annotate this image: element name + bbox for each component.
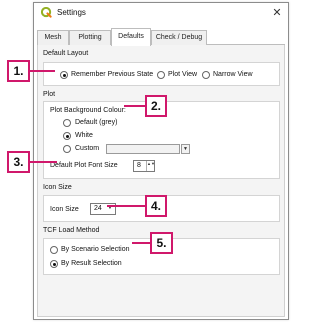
callout-2: 2.	[145, 95, 167, 117]
tab-check-debug[interactable]: Check / Debug	[151, 30, 207, 45]
radio-by-result-selection[interactable]	[50, 260, 58, 268]
callout-3-line	[30, 161, 57, 163]
narrow-view-label: Narrow View	[213, 71, 253, 78]
tab-bar: Mesh Plotting Defaults Check / Debug	[37, 28, 285, 46]
callout-4: 4.	[145, 195, 167, 217]
tab-mesh[interactable]: Mesh	[37, 30, 69, 45]
white-label: White	[75, 132, 93, 139]
default-layout-group: Remember Previous State Plot View Narrow…	[43, 62, 280, 86]
plot-title: Plot	[43, 91, 56, 98]
callout-5: 5.	[150, 232, 173, 254]
window-title: Settings	[57, 8, 86, 17]
title-bar: Settings ✕	[34, 3, 288, 23]
close-icon[interactable]: ✕	[270, 6, 284, 20]
plot-font-size-value: 8	[137, 162, 141, 169]
callout-3: 3.	[7, 151, 30, 173]
tcf-load-method-title: TCF Load Method	[43, 227, 100, 234]
callout-1: 1.	[7, 60, 30, 82]
by-scenario-selection-label: By Scenario Selection	[61, 246, 130, 253]
default-grey-label: Default (grey)	[75, 119, 118, 126]
icon-size-label: Icon Size	[50, 206, 79, 213]
callout-4-line	[107, 205, 145, 207]
callout-1-line	[30, 70, 55, 72]
remember-previous-state-label: Remember Previous State	[71, 71, 154, 78]
default-layout-title: Default Layout	[43, 50, 89, 57]
tab-defaults[interactable]: Defaults	[111, 28, 151, 46]
radio-narrow-view[interactable]	[202, 71, 210, 79]
radio-custom[interactable]	[63, 145, 71, 153]
settings-dialog: Settings ✕ Mesh Plotting Defaults Check …	[33, 2, 289, 320]
callout-2-line	[124, 105, 145, 107]
custom-colour-button[interactable]	[106, 144, 180, 154]
default-plot-font-size-label: Default Plot Font Size	[50, 162, 118, 169]
by-result-selection-label: By Result Selection	[61, 260, 122, 267]
callout-5-line	[132, 242, 150, 244]
radio-white[interactable]	[63, 132, 71, 140]
defaults-tab-panel: Default Layout Remember Previous State P…	[37, 45, 285, 317]
icon-size-title: Icon Size	[43, 184, 72, 191]
plot-font-size-spinbox[interactable]: 8 ▲▼	[133, 160, 155, 172]
custom-label: Custom	[75, 145, 100, 152]
plot-background-colour-label: Plot Background Colour:	[50, 107, 126, 114]
radio-remember-previous-state[interactable]	[60, 71, 68, 79]
radio-default-grey[interactable]	[63, 119, 71, 127]
plot-view-label: Plot View	[168, 71, 198, 78]
radio-plot-view[interactable]	[157, 71, 165, 79]
icon-size-value: 24	[94, 205, 102, 212]
custom-colour-dropdown[interactable]: ▼	[181, 144, 190, 154]
spin-arrows-icon[interactable]: ▲▼	[146, 161, 155, 171]
tab-plotting[interactable]: Plotting	[69, 30, 111, 45]
qgis-logo-icon	[41, 7, 52, 18]
radio-by-scenario-selection[interactable]	[50, 246, 58, 254]
